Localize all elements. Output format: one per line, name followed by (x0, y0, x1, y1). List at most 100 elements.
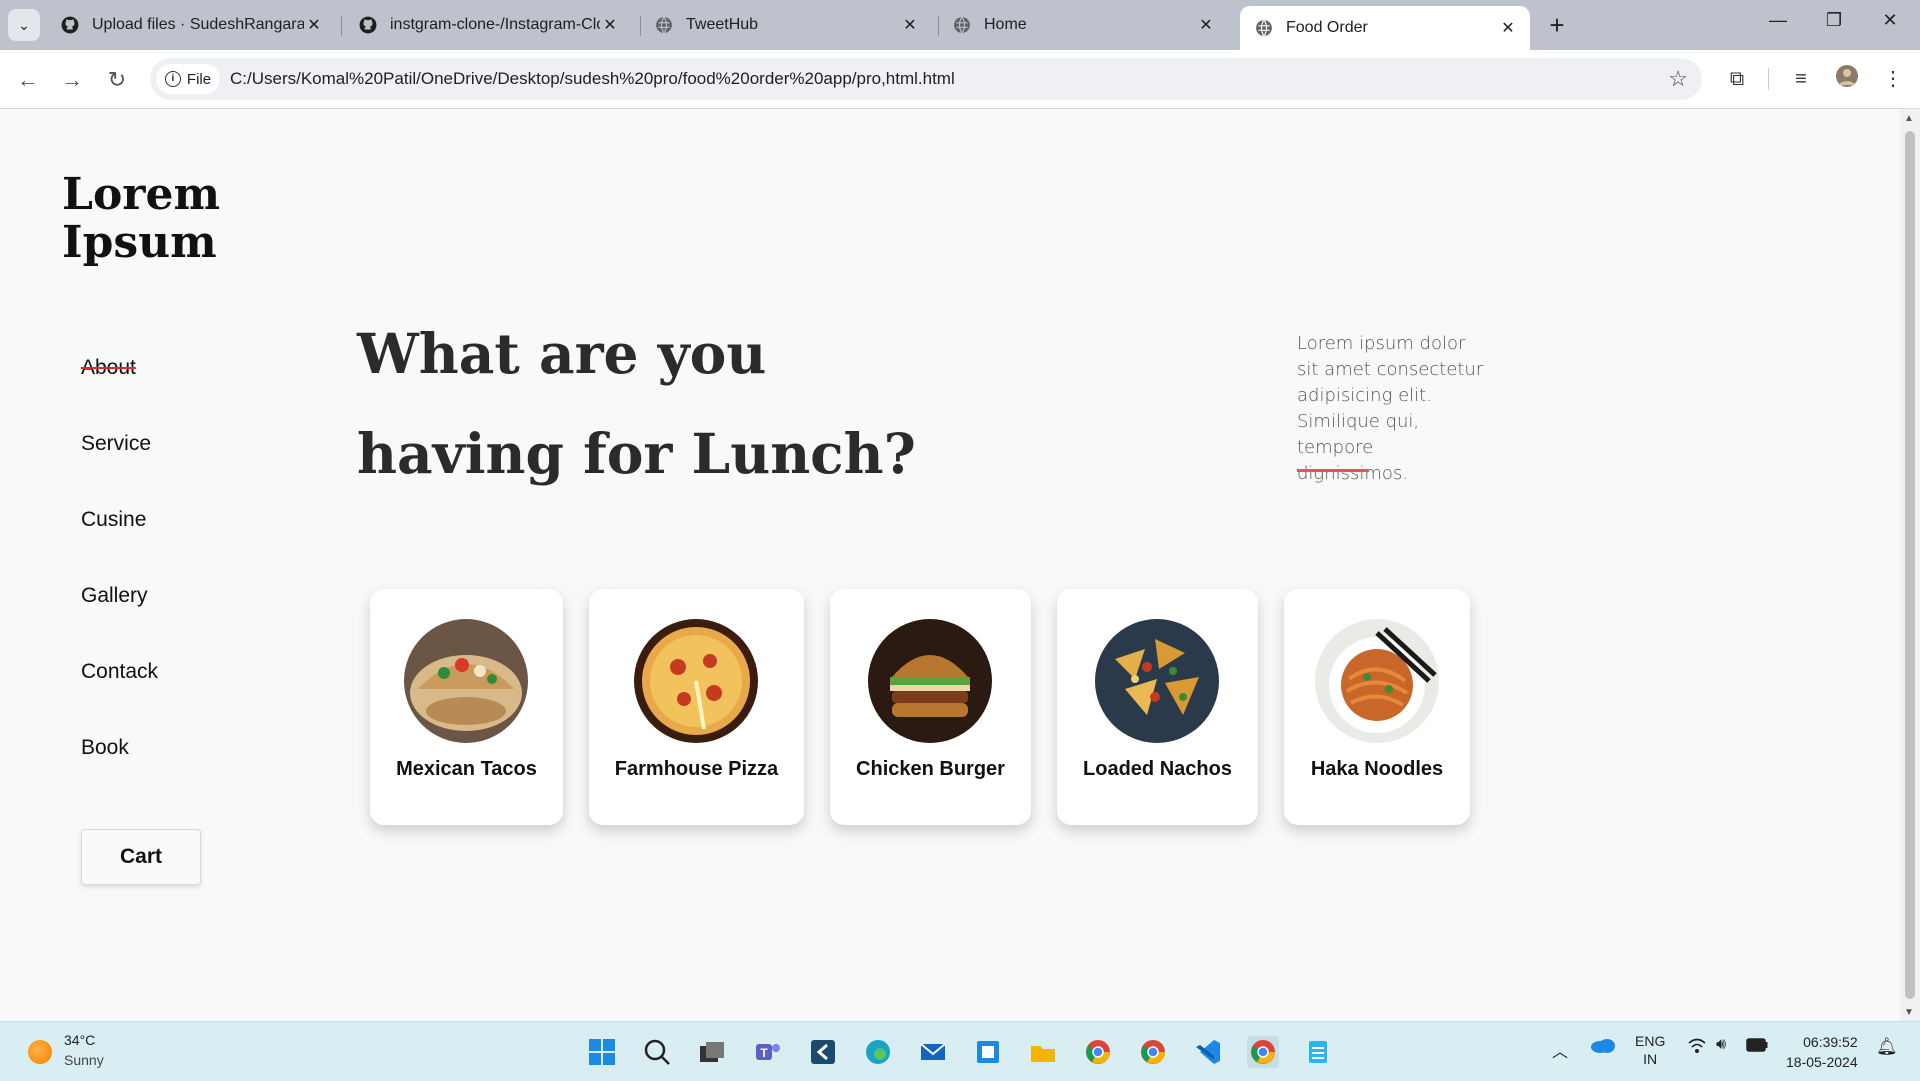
close-icon[interactable]: ✕ (1196, 15, 1216, 35)
close-icon[interactable]: ✕ (1498, 18, 1518, 38)
minimize-icon[interactable]: — (1758, 10, 1798, 31)
nav-item-about[interactable]: About (81, 356, 136, 380)
tab-title: Home (984, 16, 1027, 33)
tab-title: TweetHub (686, 16, 759, 33)
food-card-chicken-burger[interactable]: Chicken Burger (830, 589, 1031, 825)
tab-search-menu-button[interactable]: ⌄ (8, 9, 40, 41)
food-card-label: Loaded Nachos (1083, 758, 1232, 780)
language-indicator[interactable]: ENG IN (1635, 1032, 1665, 1068)
nachos-photo (1095, 619, 1219, 743)
edge-icon[interactable] (862, 1036, 894, 1068)
address-bar[interactable]: i File C:/Users/Komal%20Patil/OneDrive/D… (150, 58, 1702, 100)
scroll-up-icon[interactable]: ▲ (1904, 113, 1914, 124)
tab-tweethub[interactable]: TweetHub ✕ (640, 6, 932, 44)
tab-separator (341, 16, 342, 36)
profile-avatar[interactable] (1832, 64, 1862, 94)
page-content: Lorem Ipsum About Service Cusine Gallery… (0, 109, 1900, 1021)
close-icon[interactable]: ✕ (304, 15, 324, 35)
search-icon[interactable] (641, 1036, 673, 1068)
scrollbar-thumb[interactable] (1905, 131, 1915, 999)
chevron-up-icon[interactable]: ︿ (1552, 1038, 1568, 1062)
intro-paragraph: Lorem ipsum dolor sit amet consectetur a… (1297, 333, 1484, 484)
tab-title: instgram-clone-/Instagram-Clo (390, 16, 600, 33)
media-controls-icon[interactable]: ≡ (1786, 64, 1816, 94)
weather-temperature[interactable]: 34°C (64, 1032, 95, 1048)
close-window-icon[interactable]: ✕ (1870, 10, 1910, 31)
site-logo[interactable]: Lorem Ipsum (62, 171, 302, 267)
tab-title: Food Order (1286, 19, 1368, 36)
nav-item-gallery[interactable]: Gallery (81, 584, 148, 608)
wifi-icon[interactable] (1688, 1038, 1706, 1057)
food-card-mexican-tacos[interactable]: Mexican Tacos (370, 589, 563, 825)
extensions-icon[interactable]: ⧉ (1722, 64, 1752, 94)
globe-icon (952, 15, 972, 35)
tab-bar: ⌄ Upload files · SudeshRangaraoP ✕ instg… (0, 0, 1920, 50)
clock-date: 18-05-2024 (1786, 1054, 1858, 1070)
tab-instagram-clone[interactable]: instgram-clone-/Instagram-Clo ✕ (344, 6, 632, 44)
clock-time: 06:39:52 (1803, 1034, 1858, 1050)
hero-headline: What are you having for Lunch? (357, 304, 1117, 504)
forward-arrow-icon[interactable]: → (56, 64, 88, 96)
file-explorer-icon[interactable] (1027, 1036, 1059, 1068)
food-card-haka-noodles[interactable]: Haka Noodles (1284, 589, 1470, 825)
page-scrollbar[interactable]: ▲ ▼ (1900, 109, 1920, 1021)
restore-icon[interactable]: ❐ (1814, 10, 1854, 31)
notification-bell-icon[interactable]: 🔔︎ (1876, 1037, 1898, 1057)
nav-item-contack[interactable]: Contack (81, 660, 158, 684)
food-cards: Mexican Tacos Farmhouse Pizza Chicken Bu… (357, 579, 1487, 879)
clock[interactable]: 06:39:52 18-05-2024 (1786, 1032, 1858, 1072)
tab-home[interactable]: Home ✕ (938, 6, 1228, 44)
battery-icon[interactable] (1746, 1038, 1768, 1055)
chrome-icon[interactable] (1082, 1036, 1114, 1068)
cart-button[interactable]: Cart (81, 829, 201, 885)
food-card-label: Mexican Tacos (396, 758, 537, 780)
food-card-label: Haka Noodles (1310, 758, 1444, 780)
food-card-farmhouse-pizza[interactable]: Farmhouse Pizza (589, 589, 804, 825)
file-chip-label: File (186, 70, 212, 88)
svg-text:T: T (760, 1046, 768, 1060)
windows-start-icon[interactable] (586, 1036, 618, 1068)
accent-underline (1297, 469, 1369, 472)
task-view-icon[interactable] (696, 1036, 728, 1068)
close-icon[interactable]: ✕ (600, 15, 620, 35)
tab-title: Upload files · SudeshRangaraoP (92, 16, 304, 33)
chrome-icon[interactable] (1247, 1036, 1279, 1068)
scroll-down-icon[interactable]: ▼ (1904, 1007, 1914, 1018)
burger-photo (868, 619, 992, 743)
globe-icon (1254, 18, 1274, 38)
noodles-photo (1315, 619, 1439, 743)
site-info-chip[interactable]: i File (156, 64, 220, 94)
region-code: IN (1643, 1051, 1658, 1067)
browser-toolbar: ← → ↻ i File C:/Users/Komal%20Patil/OneD… (0, 50, 1920, 109)
teams-icon[interactable]: T (752, 1036, 784, 1068)
reload-icon[interactable]: ↻ (101, 64, 133, 96)
onedrive-icon[interactable] (1590, 1036, 1616, 1057)
sun-icon[interactable] (28, 1040, 52, 1064)
food-card-label: Farmhouse Pizza (614, 758, 779, 780)
new-tab-button[interactable]: + (1542, 10, 1572, 41)
globe-icon (654, 15, 674, 35)
tab-upload-files[interactable]: Upload files · SudeshRangaraoP ✕ (46, 6, 336, 44)
chrome-icon[interactable] (1137, 1036, 1169, 1068)
nav-item-book[interactable]: Book (81, 736, 129, 760)
github-icon (358, 15, 378, 35)
nav-item-service[interactable]: Service (81, 432, 151, 456)
headline-line-2: having for Lunch? (357, 421, 916, 486)
windows-taskbar: 34°C Sunny T ︿ ENG IN 🔊︎ 06:39:52 18-05-… (0, 1021, 1920, 1081)
food-card-loaded-nachos[interactable]: Loaded Nachos (1057, 589, 1258, 825)
store-icon[interactable] (972, 1036, 1004, 1068)
weather-condition[interactable]: Sunny (64, 1052, 104, 1068)
app-s-icon[interactable] (807, 1036, 839, 1068)
back-arrow-icon[interactable]: ← (12, 64, 44, 96)
notepad-icon[interactable] (1302, 1036, 1334, 1068)
nav-item-cusine[interactable]: Cusine (81, 508, 146, 532)
volume-icon[interactable]: 🔊︎ (1716, 1036, 1726, 1054)
tab-food-order[interactable]: Food Order ✕ (1240, 6, 1530, 50)
close-icon[interactable]: ✕ (900, 15, 920, 35)
bookmark-star-icon[interactable]: ☆ (1668, 66, 1688, 92)
vscode-icon[interactable] (1192, 1036, 1224, 1068)
url-text[interactable]: C:/Users/Komal%20Patil/OneDrive/Desktop/… (230, 69, 955, 89)
info-icon: i (164, 71, 181, 87)
menu-kebab-icon[interactable]: ⋮ (1878, 64, 1908, 94)
mail-icon[interactable] (917, 1036, 949, 1068)
